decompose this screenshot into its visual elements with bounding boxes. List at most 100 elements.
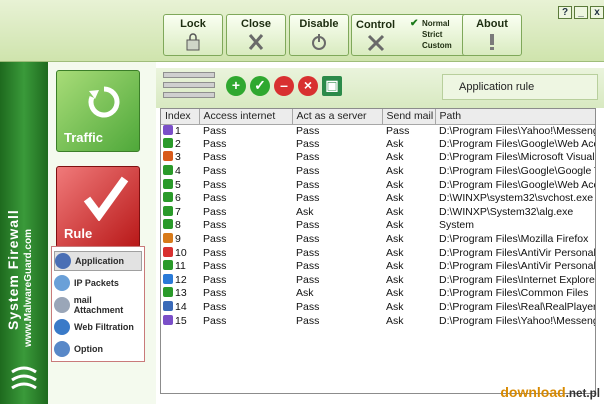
row-index: 12 (161, 273, 199, 288)
traffic-tile[interactable]: Traffic (56, 70, 140, 152)
control-label[interactable]: Control (356, 19, 395, 31)
close-window-button[interactable]: x (590, 6, 604, 19)
about-label: About (476, 18, 508, 30)
row-access: Pass (203, 124, 227, 137)
col-mail[interactable]: Send mail (382, 109, 436, 125)
row-path: D:\Program Files\Internet Explorer (439, 273, 596, 286)
app-icon (163, 260, 173, 271)
grip-handle[interactable] (163, 72, 215, 102)
disable-button[interactable]: Disable (289, 14, 349, 56)
row-mail: Ask (386, 273, 404, 286)
col-index[interactable]: Index (161, 109, 200, 125)
row-mail: Ask (386, 301, 404, 314)
col-path[interactable]: Path (435, 109, 595, 125)
row-path: D:\Program Files\Google\Web Accelerator (439, 178, 595, 191)
row-mail: Ask (386, 205, 404, 218)
table-row[interactable]: 14 Pass Pass Ask D:\Program Files\Real\RealP… (161, 301, 595, 315)
row-path: D:\Program Files\Google\Google Talk (439, 165, 596, 178)
row-access: Pass (203, 273, 227, 286)
row-path: D:\Program Files\Yahoo!\Messenger (439, 124, 596, 137)
section-label: Application rule (442, 74, 598, 100)
row-access: Pass (203, 165, 227, 178)
app-icon (163, 287, 173, 298)
logo-icon (11, 366, 37, 390)
about-button[interactable]: About (462, 14, 522, 56)
col-server[interactable]: Act as a server (292, 109, 383, 125)
row-server: Pass (296, 178, 320, 191)
help-button[interactable]: ? (558, 6, 572, 19)
table-row[interactable]: 4 Pass Pass Ask D:\Program Files\Google\Goog… (161, 165, 596, 179)
submenu-ip-packets[interactable]: IP Packets (54, 273, 142, 293)
save-icon[interactable]: ▣ (322, 76, 342, 96)
check-icon: ✔ (410, 18, 419, 29)
row-server: Pass (296, 219, 320, 232)
table-row[interactable]: 15 Pass Pass Ask D:\Program Files\Yahoo!\Mes… (161, 314, 595, 328)
row-mail: Ask (386, 246, 404, 259)
row-server: Pass (296, 124, 320, 137)
mode-strict[interactable]: Strict (410, 29, 452, 40)
row-server: Pass (296, 260, 320, 273)
app-icon (163, 192, 173, 203)
row-path: D:\Program Files\Microsoft Visual Studio (439, 151, 595, 164)
row-mail: Ask (386, 178, 404, 191)
row-index: 13 (161, 287, 199, 301)
row-mail: Ask (386, 287, 404, 300)
app-icon (163, 178, 173, 189)
table-row[interactable]: 12 Pass Pass Ask D:\Program Files\Internet E… (161, 273, 596, 288)
submenu-application[interactable]: Application (54, 251, 142, 271)
table-row[interactable]: 7 Pass Ask Ask D:\WINXP\System32\alg.exe (161, 205, 595, 220)
table-row[interactable]: 10 Pass Pass Ask D:\Program Files\AntiVir Pe… (161, 246, 596, 260)
table-row[interactable]: 9 Pass Pass Ask D:\Program Files\Mozilla Fir… (161, 233, 595, 247)
table-row[interactable]: 6 Pass Pass Ask D:\WINXP\system32\svchost.ex… (161, 192, 595, 206)
row-mail: Ask (386, 137, 404, 150)
submenu-web-filtration[interactable]: Web Filtration (54, 317, 142, 337)
watermark-suffix: .net.pl (565, 387, 600, 400)
close-button[interactable]: Close (226, 14, 286, 56)
check-icon[interactable]: ✓ (250, 76, 270, 96)
row-path: D:\Program Files\AntiVir PersonalEdition (439, 260, 596, 273)
row-server: Pass (296, 246, 320, 259)
watermark: download.net.pl (500, 384, 600, 400)
big-check-icon (83, 176, 129, 221)
minimize-button[interactable]: _ (574, 6, 588, 19)
table-row[interactable]: 2 Pass Pass Ask D:\Program Files\Google\Web … (161, 137, 595, 152)
app-icon (163, 246, 173, 257)
close-label: Close (241, 18, 271, 30)
row-mail: Pass (386, 124, 410, 137)
row-index: 2 (161, 137, 199, 152)
remove-icon[interactable]: – (274, 76, 294, 96)
row-mail: Ask (386, 192, 404, 205)
app-icon (163, 151, 173, 162)
rule-tile[interactable]: Rule (56, 166, 140, 248)
table-row[interactable]: 3 Pass Pass Ask D:\Program Files\Microsoft V… (161, 151, 595, 165)
table-row[interactable]: 13 Pass Ask Ask D:\Program Files\Common File… (161, 287, 595, 301)
row-mail: Ask (386, 165, 404, 178)
add-icon[interactable]: + (226, 76, 246, 96)
lock-button[interactable]: Lock (163, 14, 223, 56)
table-row[interactable]: 8 Pass Pass Ask System (161, 219, 595, 233)
nav-column: Traffic Rule Application IP Packets mail… (48, 62, 156, 404)
option-icon (54, 341, 70, 357)
table-row[interactable]: 5 Pass Pass Ask D:\Program Files\Google\Web … (161, 178, 595, 192)
col-access[interactable]: Access internet (199, 109, 293, 125)
table-row[interactable]: 1 Pass Pass Pass D:\Program Files\Yahoo!\Mes… (161, 124, 596, 138)
disable-label: Disable (299, 18, 339, 30)
row-path: D:\Program Files\Google\Web Accelerator (439, 137, 595, 150)
submenu-option[interactable]: Option (54, 339, 142, 359)
row-access: Pass (203, 178, 227, 191)
delete-icon[interactable]: × (298, 76, 318, 96)
row-server: Pass (296, 192, 320, 205)
row-access: Pass (203, 301, 227, 314)
table-row[interactable]: 11 Pass Pass Ask D:\Program Files\AntiVir Pe… (161, 260, 596, 274)
submenu-mail-attachment[interactable]: mail Attachment (54, 295, 142, 315)
row-server: Ask (296, 205, 314, 218)
row-path: D:\Program Files\AntiVir PersonalEdition (439, 246, 596, 259)
mode-custom[interactable]: Custom (410, 40, 452, 51)
rules-table[interactable]: Index Access internet Act as a server Se… (160, 108, 596, 394)
app-icon (163, 314, 173, 325)
rule-label: Rule (64, 226, 93, 241)
row-index: 4 (161, 165, 199, 179)
mode-normal[interactable]: ✔ Normal (410, 18, 452, 29)
ip-packets-icon (54, 275, 70, 291)
brand-site: www.MalwareGuard.com (23, 229, 34, 347)
